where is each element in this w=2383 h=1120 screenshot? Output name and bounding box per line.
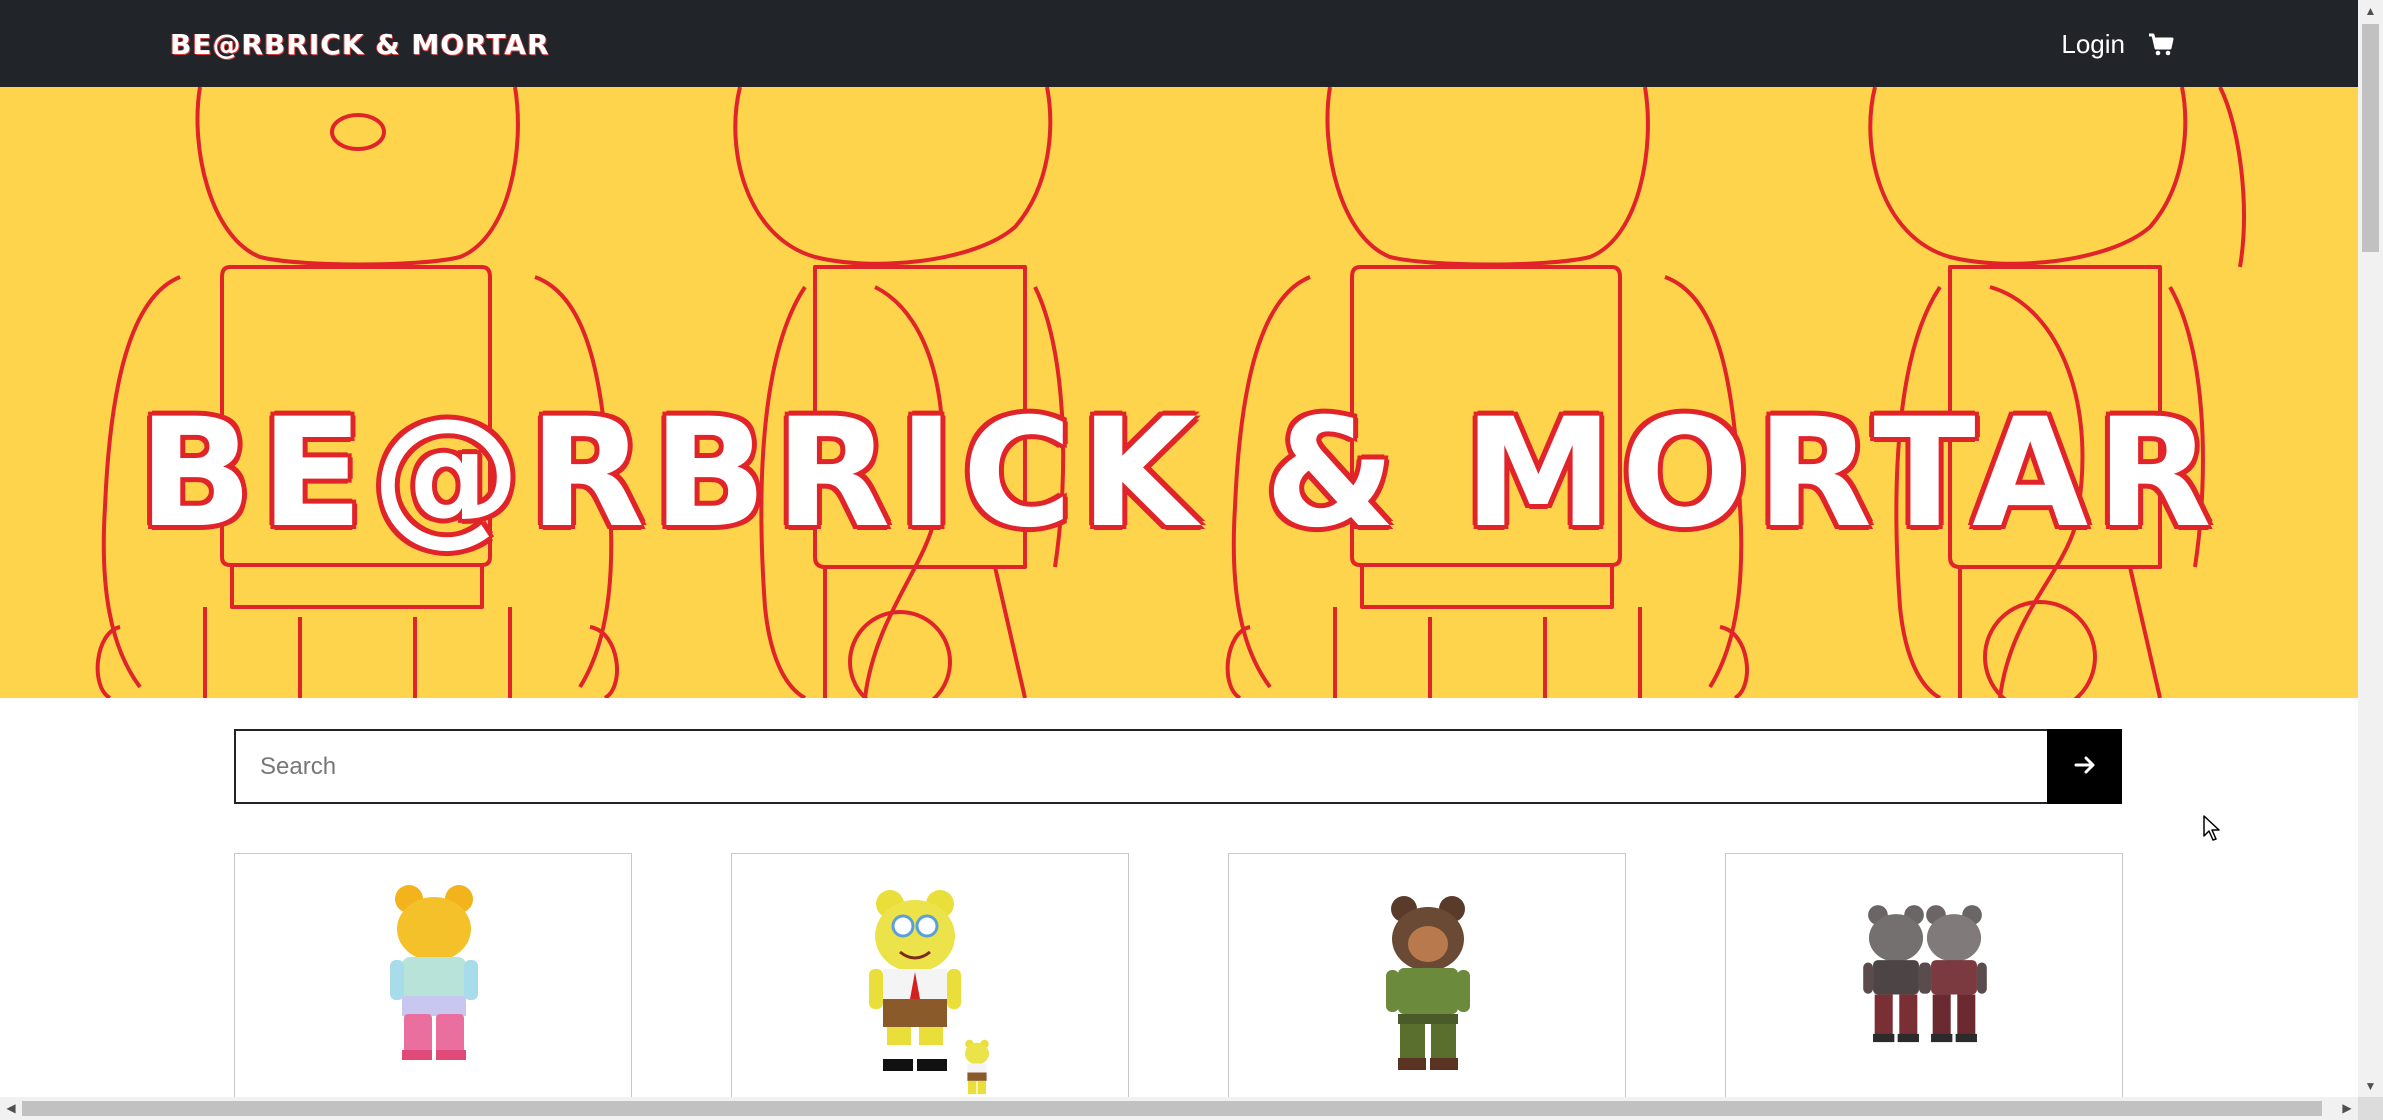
scroll-up-arrow-icon[interactable]: ▲ — [2358, 0, 2383, 22]
product-card-2[interactable] — [731, 853, 1129, 1097]
scroll-right-arrow-icon[interactable]: ▶ — [2336, 1097, 2358, 1120]
scroll-down-arrow-icon[interactable]: ▼ — [2358, 1075, 2383, 1097]
hero-title: BE@RBRICK & MORTAR — [138, 387, 2220, 561]
navbar: BE@RBRICK & MORTAR Login — [0, 0, 2358, 87]
product-image-2 — [869, 890, 989, 1095]
product-image-3 — [1386, 896, 1470, 1070]
hero-banner: BE@RBRICK & MORTAR — [0, 87, 2358, 698]
nav-right: Login — [2061, 24, 2175, 64]
mouse-pointer-icon — [2203, 815, 2223, 848]
page-viewport: BE@RBRICK & MORTAR Login BE@RBRICK & MOR… — [0, 0, 2358, 1097]
product-card-3[interactable] — [1228, 853, 1626, 1097]
horizontal-scrollbar-thumb[interactable] — [22, 1101, 2322, 1116]
product-image-1 — [390, 885, 478, 1060]
search-form — [234, 729, 2122, 804]
vertical-scrollbar-thumb[interactable] — [2362, 24, 2379, 252]
product-image-4 — [1863, 905, 1987, 1043]
scroll-left-arrow-icon[interactable]: ◀ — [0, 1097, 22, 1120]
search-submit-button[interactable] — [2047, 729, 2122, 804]
product-card-1[interactable] — [234, 853, 632, 1097]
vertical-scrollbar[interactable]: ▲ ▼ — [2358, 0, 2383, 1097]
search-input[interactable] — [234, 729, 2047, 804]
brand-logo[interactable]: BE@RBRICK & MORTAR — [170, 24, 550, 64]
scrollbar-corner — [2358, 1097, 2383, 1120]
arrow-right-icon — [2073, 753, 2097, 780]
product-card-4[interactable] — [1725, 853, 2123, 1097]
login-link[interactable]: Login — [2061, 29, 2125, 60]
horizontal-scrollbar[interactable]: ◀ ▶ — [0, 1097, 2358, 1120]
cart-icon[interactable] — [2147, 30, 2175, 58]
